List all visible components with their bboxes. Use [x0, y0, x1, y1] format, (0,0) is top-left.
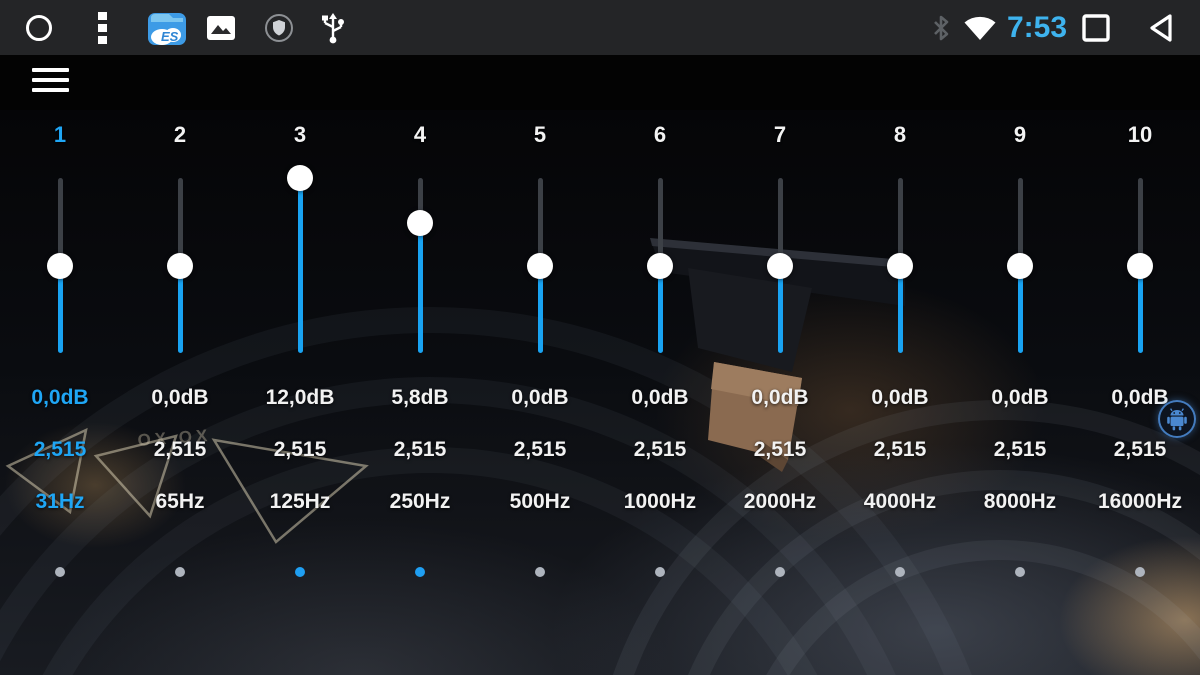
home-circle-icon[interactable]	[24, 0, 54, 55]
band-indicator-dot	[775, 567, 785, 577]
band-q-value: 2,515	[633, 438, 687, 461]
band-indicator-dot	[55, 567, 65, 577]
band-q-value: 2,515	[273, 438, 327, 461]
band-indicator-dot	[1135, 567, 1145, 577]
band-indicator-dot	[415, 567, 425, 577]
menu-icon[interactable]	[32, 68, 69, 96]
band-frequency-label: 65Hz	[155, 490, 205, 513]
band-indicator-dot	[175, 567, 185, 577]
eq-band-9: 9 0,0dB 2,515 8000Hz	[960, 110, 1080, 675]
slider-thumb[interactable]	[47, 252, 73, 279]
equalizer-screen: ES 7:53 OX OX 1 0,0dB 2,515 31Hz 2 0,0dB…	[0, 0, 1200, 675]
band-gain-value: 0,0dB	[151, 386, 209, 409]
shield-icon[interactable]	[262, 0, 296, 55]
eq-band-7: 7 0,0dB 2,515 2000Hz	[720, 110, 840, 675]
slider-thumb[interactable]	[287, 165, 313, 191]
overflow-menu-icon[interactable]	[94, 0, 112, 55]
band-indicator-dot	[655, 567, 665, 577]
slider-fill[interactable]	[1137, 265, 1143, 353]
band-gain-value: 12,0dB	[265, 386, 335, 409]
status-bar: ES 7:53	[0, 0, 1200, 55]
slider-fill[interactable]	[177, 265, 183, 353]
slider-thumb[interactable]	[887, 252, 913, 279]
slider-thumb[interactable]	[407, 210, 433, 237]
slider-thumb[interactable]	[767, 252, 793, 279]
slider-fill[interactable]	[777, 265, 783, 353]
band-frequency-label: 4000Hz	[863, 490, 937, 513]
band-q-value: 2,515	[753, 438, 807, 461]
slider-fill[interactable]	[1017, 265, 1023, 353]
slider-thumb[interactable]	[647, 252, 673, 279]
band-q-value: 2,515	[993, 438, 1047, 461]
es-file-explorer-icon[interactable]: ES	[146, 0, 188, 55]
wifi-icon	[960, 0, 1000, 55]
eq-band-6: 6 0,0dB 2,515 1000Hz	[600, 110, 720, 675]
clock: 7:53	[1007, 10, 1068, 44]
eq-band-4: 4 5,8dB 2,515 250Hz	[360, 110, 480, 675]
band-indicator-dot	[895, 567, 905, 577]
band-q-value: 2,515	[1113, 438, 1167, 461]
android-overlay-button[interactable]	[1158, 400, 1196, 438]
band-gain-value: 0,0dB	[871, 386, 929, 409]
eq-band-5: 5 0,0dB 2,515 500Hz	[480, 110, 600, 675]
band-frequency-label: 2000Hz	[743, 490, 817, 513]
band-q-value: 2,515	[873, 438, 927, 461]
slider-thumb[interactable]	[1007, 252, 1033, 279]
back-icon[interactable]	[1142, 0, 1180, 55]
band-gain-value: 0,0dB	[991, 386, 1049, 409]
eq-band-2: 2 0,0dB 2,515 65Hz	[120, 110, 240, 675]
band-gain-value: 0,0dB	[751, 386, 809, 409]
eq-band-10: 10 0,0dB 2,515 16000Hz	[1080, 110, 1200, 675]
band-frequency-label: 125Hz	[269, 490, 331, 513]
slider-fill[interactable]	[537, 265, 543, 353]
android-robot-icon	[1167, 408, 1187, 431]
svg-text:ES: ES	[161, 29, 179, 44]
usb-icon[interactable]	[316, 0, 350, 55]
slider-thumb[interactable]	[527, 252, 553, 279]
band-gain-value: 0,0dB	[511, 386, 569, 409]
band-frequency-label: 16000Hz	[1097, 490, 1183, 513]
bluetooth-icon	[928, 0, 954, 55]
slider-fill[interactable]	[657, 265, 663, 353]
eq-band-1: 1 0,0dB 2,515 31Hz	[0, 110, 120, 675]
band-frequency-label: 1000Hz	[623, 490, 697, 513]
band-frequency-label: 8000Hz	[983, 490, 1057, 513]
toolbar: Link Сбросить все EQ Bypass EQ Соединен	[0, 55, 1200, 154]
band-indicator-dot	[295, 567, 305, 577]
recent-apps-icon[interactable]	[1078, 0, 1114, 55]
eq-band-8: 8 0,0dB 2,515 4000Hz	[840, 110, 960, 675]
band-indicator-dot	[1015, 567, 1025, 577]
slider-fill[interactable]	[57, 265, 63, 353]
slider-fill[interactable]	[417, 223, 423, 353]
band-q-value: 2,515	[393, 438, 447, 461]
band-frequency-label: 250Hz	[389, 490, 451, 513]
gallery-icon[interactable]	[205, 0, 237, 55]
band-gain-value: 0,0dB	[631, 386, 689, 409]
eq-band-3: 3 12,0dB 2,515 125Hz	[240, 110, 360, 675]
band-q-value: 2,515	[153, 438, 207, 461]
slider-thumb[interactable]	[1127, 252, 1153, 279]
band-gain-value: 5,8dB	[391, 386, 449, 409]
eq-content: OX OX 1 0,0dB 2,515 31Hz 2 0,0dB 2,515 65Hz 3 12,…	[0, 110, 1200, 675]
eq-band-columns: 1 0,0dB 2,515 31Hz 2 0,0dB 2,515 65Hz 3 12,0dB 2,5…	[0, 110, 1200, 675]
slider-fill[interactable]	[897, 265, 903, 353]
band-indicator-dot	[535, 567, 545, 577]
slider-fill[interactable]	[297, 178, 303, 353]
slider-thumb[interactable]	[167, 252, 193, 279]
band-frequency-label: 500Hz	[509, 490, 571, 513]
band-q-value: 2,515	[513, 438, 567, 461]
